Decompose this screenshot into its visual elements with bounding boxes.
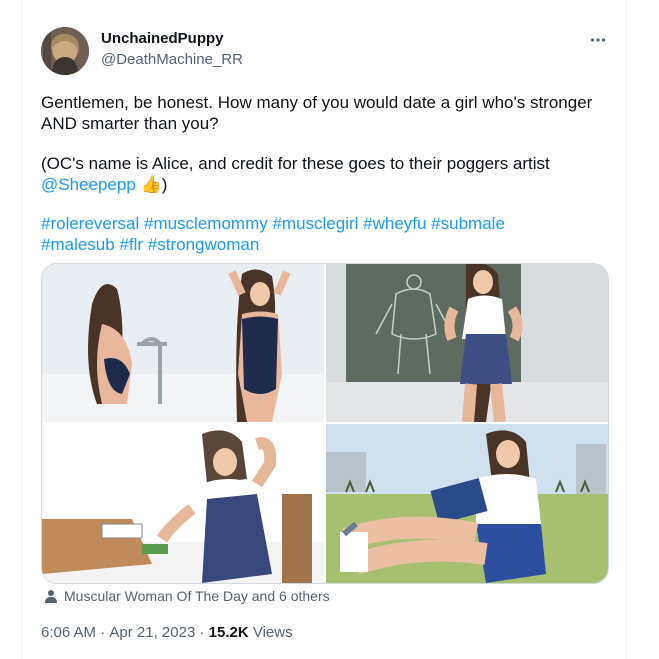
person-icon [45,590,57,603]
close-paren: ) [161,175,168,194]
hashtags-line[interactable]: #malesub #flr #strongwoman [41,234,616,255]
avatar[interactable] [41,27,89,75]
tweet-line: AND smarter than you? [41,114,219,133]
tweet-line: (OC's name is Alice, and credit for thes… [41,154,550,173]
separator: · [195,624,209,641]
author-handle[interactable]: @DeathMachine_RR [101,51,243,68]
tweet-line: Gentlemen, be honest. How many of you wo… [41,93,593,112]
views-label: Views [248,624,293,641]
tweet-text: Gentlemen, be honest. How many of you wo… [41,92,616,255]
tagged-users-text[interactable]: Muscular Woman Of The Day and 6 others [64,588,330,604]
tweet-date[interactable]: Apr 21, 2023 [109,624,195,641]
column-border-right [626,0,627,659]
tagged-users[interactable]: Muscular Woman Of The Day and 6 others [44,588,330,604]
separator: · [96,624,110,641]
media-image-3[interactable] [42,424,324,583]
more-dots-icon [590,38,606,42]
thumbs-up-emoji: 👍 [140,175,162,194]
author-display-name[interactable]: UnchainedPuppy [101,30,224,47]
tweet-line: @Sheepepp 👍) [41,174,616,195]
mention-link[interactable]: @Sheepepp [41,175,136,194]
media-image-4[interactable] [326,424,608,583]
more-button[interactable] [583,28,613,52]
column-border-left [21,0,22,659]
media-grid [41,263,609,584]
media-image-2[interactable] [326,264,608,422]
media-image-1[interactable] [42,264,324,422]
tweet-metadata: 6:06 AM · Apr 21, 2023 · 15.2K Views [41,624,293,641]
views-count: 15.2K [208,624,249,641]
hashtags-line[interactable]: #rolereversal #musclemommy #musclegirl #… [41,213,616,234]
tweet-time[interactable]: 6:06 AM [41,624,96,641]
